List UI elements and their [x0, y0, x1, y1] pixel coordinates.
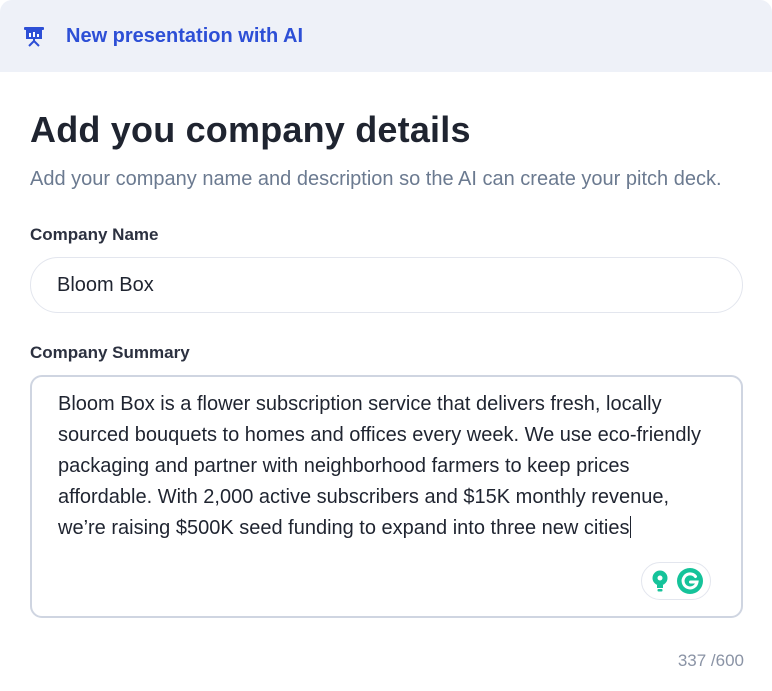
lightbulb-icon[interactable] — [649, 569, 671, 593]
company-name-label: Company Name — [30, 225, 159, 244]
dialog-title: New presentation with AI — [66, 24, 304, 47]
dialog-header: New presentation with AI — [0, 0, 772, 72]
writing-assistant-widget[interactable] — [641, 562, 711, 600]
dialog-content: Add you company details Add your company… — [0, 72, 772, 618]
company-summary-textarea[interactable]: Bloom Box is a flower subscription servi… — [30, 375, 743, 618]
company-name-input[interactable]: Bloom Box — [30, 257, 743, 313]
company-summary-label: Company Summary — [30, 343, 190, 362]
company-summary-value: Bloom Box is a flower subscription servi… — [58, 393, 701, 539]
company-name-value: Bloom Box — [57, 273, 154, 296]
page-title: Add you company details — [30, 109, 471, 150]
page-subtitle: Add your company name and description so… — [30, 168, 722, 190]
presentation-board-icon — [22, 24, 46, 48]
new-presentation-dialog: New presentation with AI Add you company… — [0, 0, 772, 691]
grammarly-g-icon[interactable] — [676, 567, 704, 595]
character-counter: 337 /600 — [677, 651, 744, 670]
text-caret — [630, 516, 632, 538]
